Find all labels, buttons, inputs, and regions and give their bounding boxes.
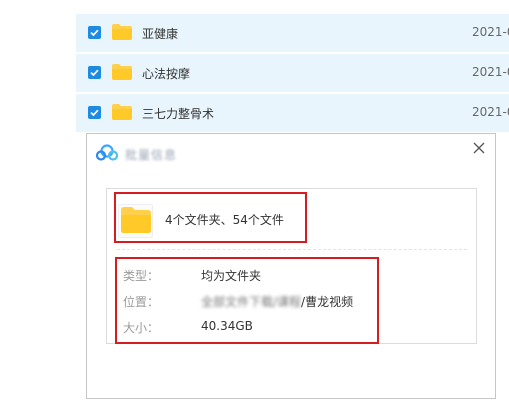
folder-icon (112, 24, 132, 40)
batch-info-dialog: 批量信息 4个文件夹、54个文件 类型： 均为文件夹 位置： 全部文件下载/课程… (86, 133, 496, 399)
folder-icon (112, 64, 132, 80)
folder-icon (112, 104, 132, 120)
checkbox-checked-icon[interactable] (88, 66, 101, 79)
type-label: 类型： (123, 269, 160, 283)
file-row[interactable]: 亚健康 2021-0 (76, 14, 509, 52)
file-name[interactable]: 心法按摩 (142, 65, 190, 82)
checkbox-checked-icon[interactable] (88, 106, 101, 119)
file-name[interactable]: 三七力整骨术 (142, 105, 214, 122)
location-label: 位置： (123, 295, 160, 309)
checkbox-checked-icon[interactable] (88, 26, 101, 39)
close-icon[interactable] (471, 140, 487, 156)
file-name[interactable]: 亚健康 (142, 25, 178, 42)
cloud-logo-icon (95, 144, 119, 162)
size-value: 40.34GB (201, 319, 253, 333)
location-value[interactable]: 全部文件下载/课程/曹龙视频 (201, 293, 353, 310)
type-value: 均为文件夹 (201, 269, 262, 283)
file-date: 2021-0 (472, 25, 509, 39)
info-panel: 4个文件夹、54个文件 类型： 均为文件夹 位置： 全部文件下载/课程/曹龙视频… (106, 188, 477, 344)
file-row[interactable]: 三七力整骨术 2021-0 (76, 94, 509, 132)
size-label: 大小： (123, 321, 160, 335)
location-blurred-path: 全部文件下载/课程 (201, 295, 302, 309)
divider (117, 249, 467, 250)
file-date: 2021-0 (472, 105, 509, 119)
file-date: 2021-0 (472, 65, 509, 79)
dialog-title: 批量信息 (125, 148, 178, 162)
folder-icon (121, 207, 151, 233)
details-highlight: 类型： 均为文件夹 位置： 全部文件下载/课程/曹龙视频 大小： 40.34GB (115, 257, 379, 344)
dialog-title-bar[interactable]: 批量信息 (87, 134, 495, 174)
selection-summary: 4个文件夹、54个文件 (165, 213, 284, 227)
summary-highlight: 4个文件夹、54个文件 (114, 192, 307, 243)
file-row[interactable]: 心法按摩 2021-0 (76, 54, 509, 92)
location-folder: /曹龙视频 (301, 295, 354, 309)
file-list: 亚健康 2021-0 心法按摩 2021-0 三七力整骨术 2021-0 (76, 14, 509, 134)
